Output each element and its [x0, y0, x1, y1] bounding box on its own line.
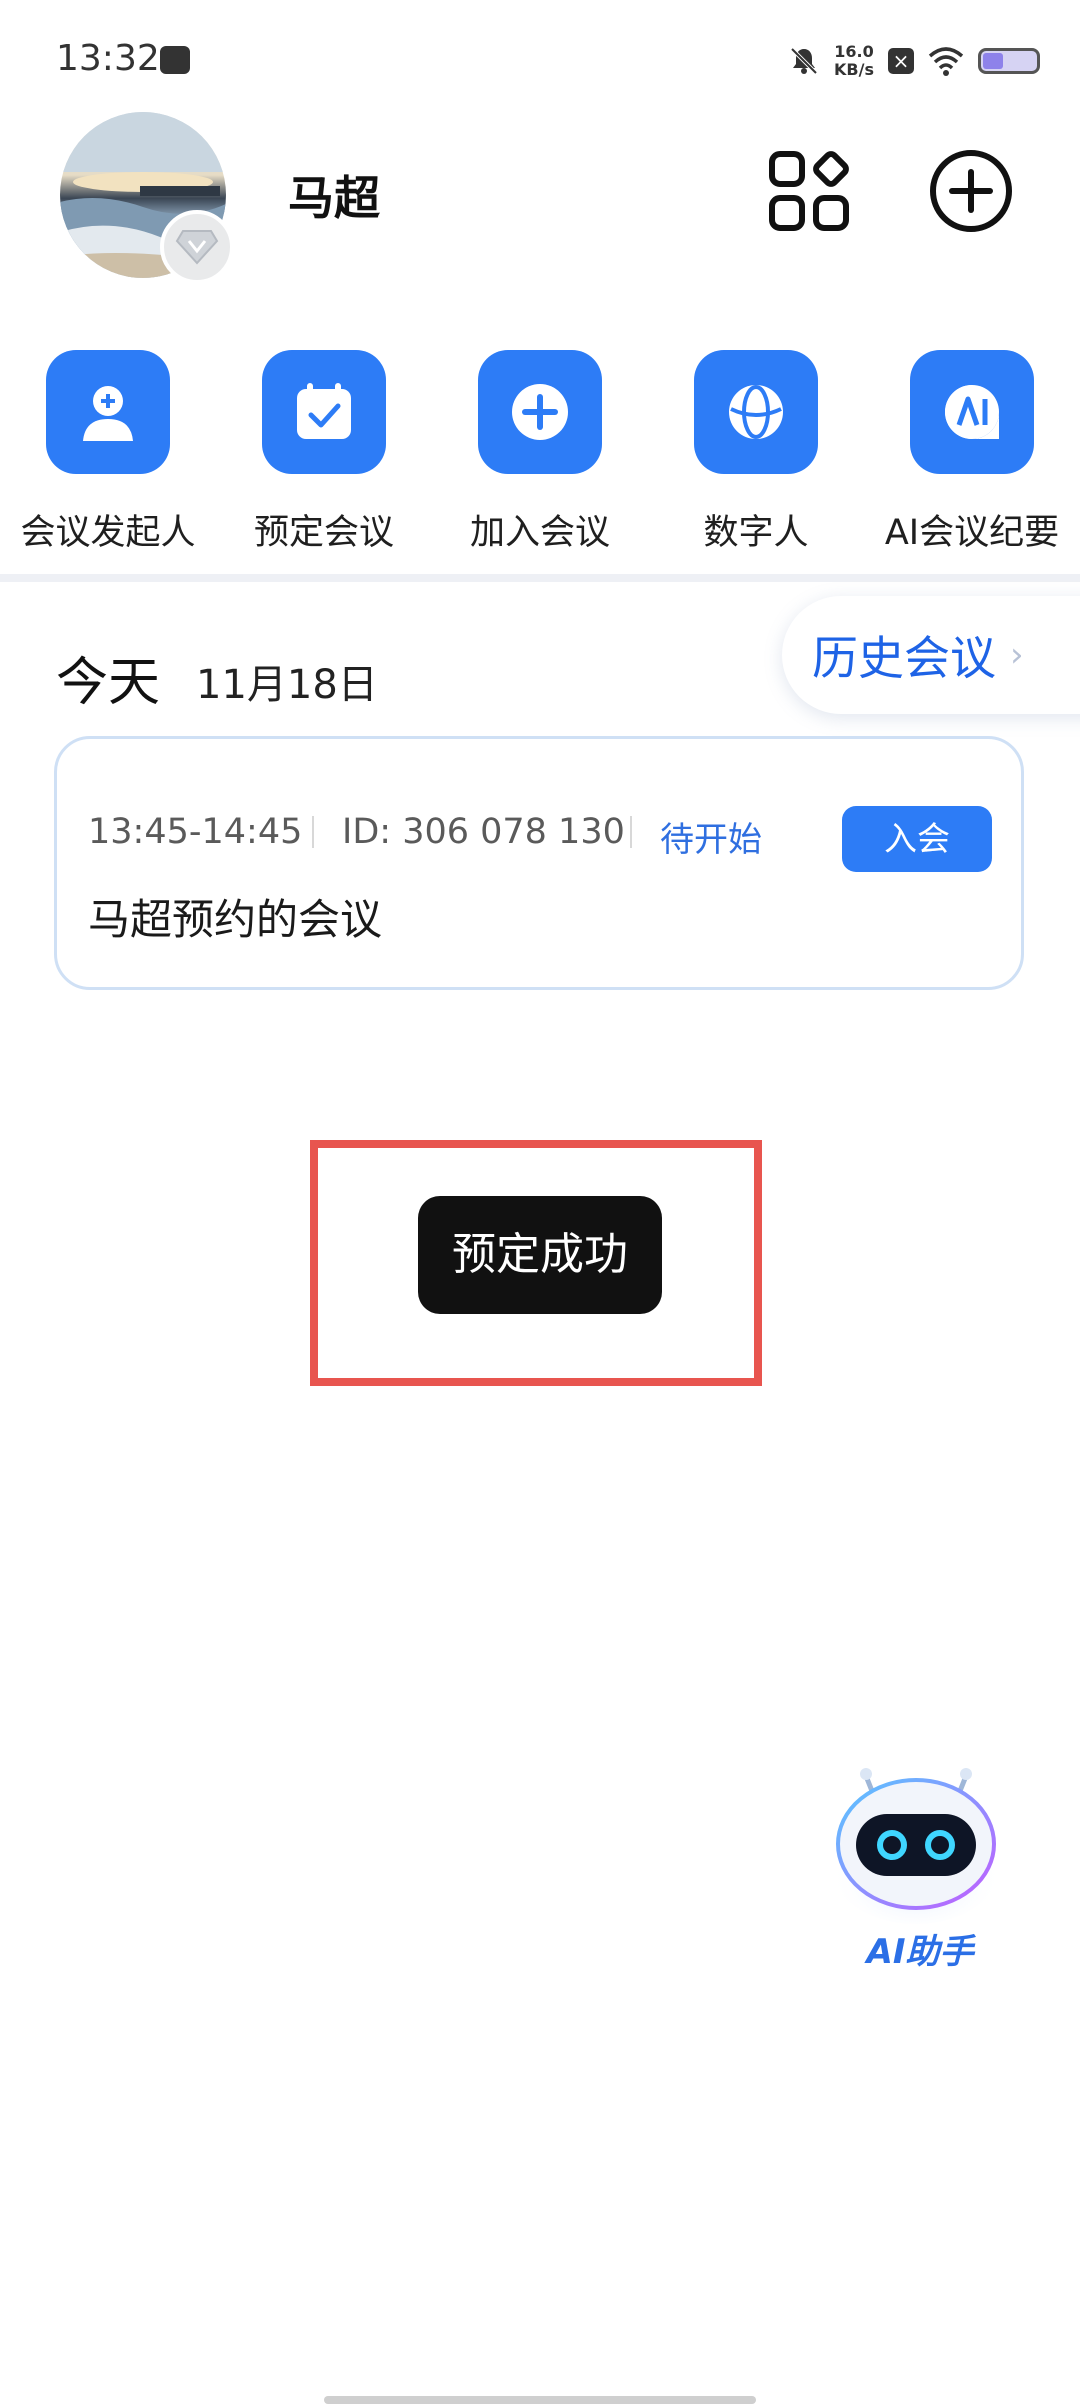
quick-action-digital-human[interactable]: 数字人 — [666, 350, 846, 555]
plus-circle-icon — [478, 350, 602, 474]
add-circle-icon[interactable] — [928, 148, 1014, 234]
join-meeting-button[interactable]: 入会 — [842, 806, 992, 872]
wifi-icon — [928, 47, 964, 76]
home-indicator[interactable] — [324, 2396, 756, 2404]
apps-grid-icon[interactable] — [766, 148, 852, 234]
sim-off-icon: × — [888, 48, 914, 74]
battery-icon — [978, 48, 1040, 74]
user-plus-icon — [46, 350, 170, 474]
message-notification-icon — [160, 46, 190, 74]
meeting-status: 待开始 — [660, 820, 762, 860]
vip-badge-icon — [160, 210, 234, 284]
network-speed: 16.0 KB/s — [834, 43, 874, 79]
network-speed-value: 16.0 — [834, 42, 874, 61]
meeting-id: ID: 306 078 130 — [342, 812, 625, 852]
quick-action-initiator[interactable]: 会议发起人 — [18, 350, 198, 555]
quick-action-join[interactable]: 加入会议 — [450, 350, 630, 555]
quick-action-label: 加入会议 — [469, 513, 610, 553]
quick-action-ai-notes[interactable]: AI会议纪要 — [882, 350, 1062, 555]
today-date: 11月18日 — [196, 662, 378, 708]
user-name: 马超 — [288, 171, 380, 225]
meeting-time: 13:45-14:45 — [88, 812, 303, 852]
separator — [630, 816, 632, 848]
quick-action-label: 数字人 — [703, 513, 809, 553]
bell-muted-icon — [790, 47, 818, 75]
history-meetings-label: 历史会议 — [812, 631, 996, 685]
quick-action-label: AI会议纪要 — [884, 513, 1060, 553]
today-label: 今天 — [56, 653, 161, 713]
chevron-right-icon: › — [1010, 635, 1024, 675]
meeting-title: 马超预约的会议 — [88, 895, 383, 944]
status-icons: 16.0 KB/s × — [788, 36, 1040, 86]
quick-action-label: 预定会议 — [253, 513, 394, 553]
ai-assistant-label: AI助手 — [866, 1932, 974, 1972]
history-meetings-button[interactable]: 历史会议 › — [782, 596, 1080, 714]
network-speed-unit: KB/s — [834, 60, 874, 79]
toast-message: 预定成功 — [418, 1196, 662, 1314]
status-time: 13:32 — [56, 38, 160, 79]
robot-icon — [831, 1768, 1001, 1924]
globe-icon — [694, 350, 818, 474]
ai-notes-icon — [910, 350, 1034, 474]
calendar-check-icon — [262, 350, 386, 474]
quick-action-schedule[interactable]: 预定会议 — [234, 350, 414, 555]
section-divider — [0, 574, 1080, 582]
separator — [312, 816, 314, 848]
quick-action-label: 会议发起人 — [20, 513, 196, 553]
